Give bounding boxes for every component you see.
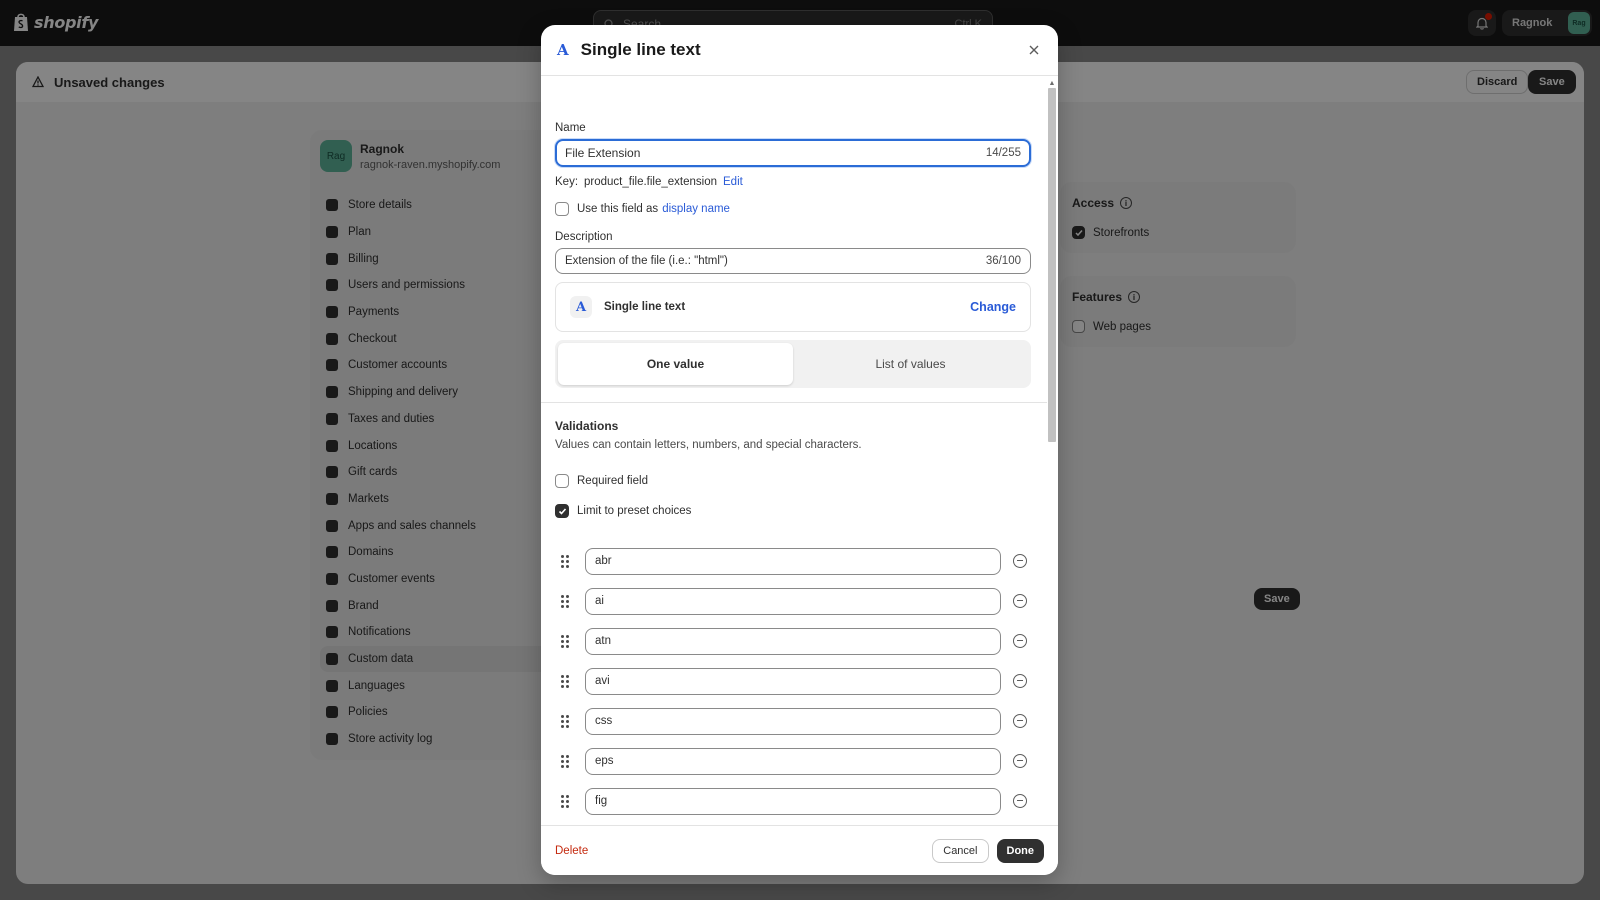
preset-choice-value: css <box>595 715 613 727</box>
preset-choice-row: eps <box>555 741 1045 781</box>
edit-key-link[interactable]: Edit <box>723 176 743 188</box>
single-line-text-modal: A Single line text Name File Extension 1… <box>541 25 1058 875</box>
name-input[interactable]: File Extension 14/255 <box>555 139 1031 167</box>
done-button[interactable]: Done <box>996 838 1044 863</box>
description-input[interactable]: Extension of the file (i.e.: "html") 36/… <box>555 248 1031 274</box>
preset-choice-value: ai <box>595 595 604 607</box>
name-label: Name <box>555 122 586 134</box>
preset-choice-input[interactable]: css <box>585 707 1001 735</box>
scroll-up-arrow-icon[interactable]: ▲ <box>1047 78 1057 88</box>
preset-choice-row: avi <box>555 661 1045 701</box>
list-of-values-tab[interactable]: List of values <box>793 343 1028 385</box>
modal-title: Single line text <box>580 40 701 59</box>
drag-handle-icon[interactable] <box>555 554 585 568</box>
remove-circle-icon[interactable] <box>1013 794 1027 808</box>
display-name-option[interactable]: Use this field as display name <box>555 202 730 216</box>
modal-body: Name File Extension 14/255 Key: product_… <box>541 76 1047 850</box>
preset-choice-row: atn <box>555 621 1045 661</box>
limit-preset-choices-checkbox[interactable] <box>555 504 569 518</box>
preset-choice-input[interactable]: abr <box>585 547 1001 575</box>
drag-handle-icon[interactable] <box>555 754 585 768</box>
text-type-icon: A <box>557 41 569 59</box>
type-name: Single line text <box>604 301 686 313</box>
drag-handle-icon[interactable] <box>555 794 585 808</box>
preset-choices-list: abraiatnavicssepsfiggif <box>555 541 1045 850</box>
preset-choice-row: ai <box>555 581 1045 621</box>
display-name-checkbox[interactable] <box>555 202 569 216</box>
remove-circle-icon[interactable] <box>1013 634 1027 648</box>
value-count-segmented-control: One value List of values <box>555 340 1031 388</box>
preset-choice-value: abr <box>595 555 612 567</box>
description-counter: 36/100 <box>985 255 1021 267</box>
delete-button[interactable]: Delete <box>555 845 588 857</box>
preset-choice-input[interactable]: eps <box>585 747 1001 775</box>
one-value-tab[interactable]: One value <box>558 343 793 385</box>
preset-choice-row: abr <box>555 541 1045 581</box>
description-label: Description <box>555 231 613 243</box>
required-field-option[interactable]: Required field <box>555 474 648 488</box>
preset-choice-row: fig <box>555 781 1045 821</box>
drag-handle-icon[interactable] <box>555 634 585 648</box>
close-button[interactable] <box>1024 40 1044 60</box>
preset-choice-value: fig <box>595 795 608 807</box>
display-name-label: Use this field as <box>577 203 659 215</box>
display-name-link[interactable]: display name <box>662 203 730 215</box>
limit-preset-choices-option[interactable]: Limit to preset choices <box>555 504 691 518</box>
close-icon <box>1029 45 1039 55</box>
preset-choice-value: atn <box>595 635 611 647</box>
key-value: product_file.file_extension <box>584 176 717 188</box>
remove-circle-icon[interactable] <box>1013 674 1027 688</box>
scrollbar-thumb[interactable] <box>1048 88 1056 442</box>
preset-choice-input[interactable]: fig <box>585 787 1001 815</box>
required-field-checkbox[interactable] <box>555 474 569 488</box>
preset-choice-value: avi <box>595 675 610 687</box>
remove-circle-icon[interactable] <box>1013 754 1027 768</box>
modal-scrollbar[interactable]: ▲ ▼ <box>1047 78 1057 848</box>
remove-circle-icon[interactable] <box>1013 554 1027 568</box>
key-row: Key: product_file.file_extension Edit <box>555 176 743 188</box>
validations-title: Validations <box>555 419 619 433</box>
modal-header: A Single line text <box>541 25 1058 76</box>
section-divider <box>541 402 1047 403</box>
key-label: Key: <box>555 176 579 188</box>
cancel-button[interactable]: Cancel <box>932 838 989 863</box>
name-value: File Extension <box>565 146 641 160</box>
preset-choice-value: eps <box>595 755 614 767</box>
change-type-button[interactable]: Change <box>970 300 1016 314</box>
modal-footer: Delete Cancel Done <box>541 825 1058 875</box>
name-counter: 14/255 <box>985 147 1021 159</box>
drag-handle-icon[interactable] <box>555 594 585 608</box>
preset-choice-row: css <box>555 701 1045 741</box>
preset-choice-input[interactable]: atn <box>585 627 1001 655</box>
drag-handle-icon[interactable] <box>555 674 585 688</box>
description-value: Extension of the file (i.e.: "html") <box>565 255 728 267</box>
remove-circle-icon[interactable] <box>1013 714 1027 728</box>
validations-description: Values can contain letters, numbers, and… <box>555 439 862 451</box>
drag-handle-icon[interactable] <box>555 714 585 728</box>
preset-choice-input[interactable]: avi <box>585 667 1001 695</box>
text-type-icon: A <box>570 296 592 318</box>
limit-preset-choices-label: Limit to preset choices <box>577 505 692 517</box>
required-field-label: Required field <box>577 475 648 487</box>
checkmark-icon <box>558 507 566 515</box>
preset-choice-input[interactable]: ai <box>585 587 1001 615</box>
remove-circle-icon[interactable] <box>1013 594 1027 608</box>
type-card: A Single line text Change <box>555 282 1031 332</box>
